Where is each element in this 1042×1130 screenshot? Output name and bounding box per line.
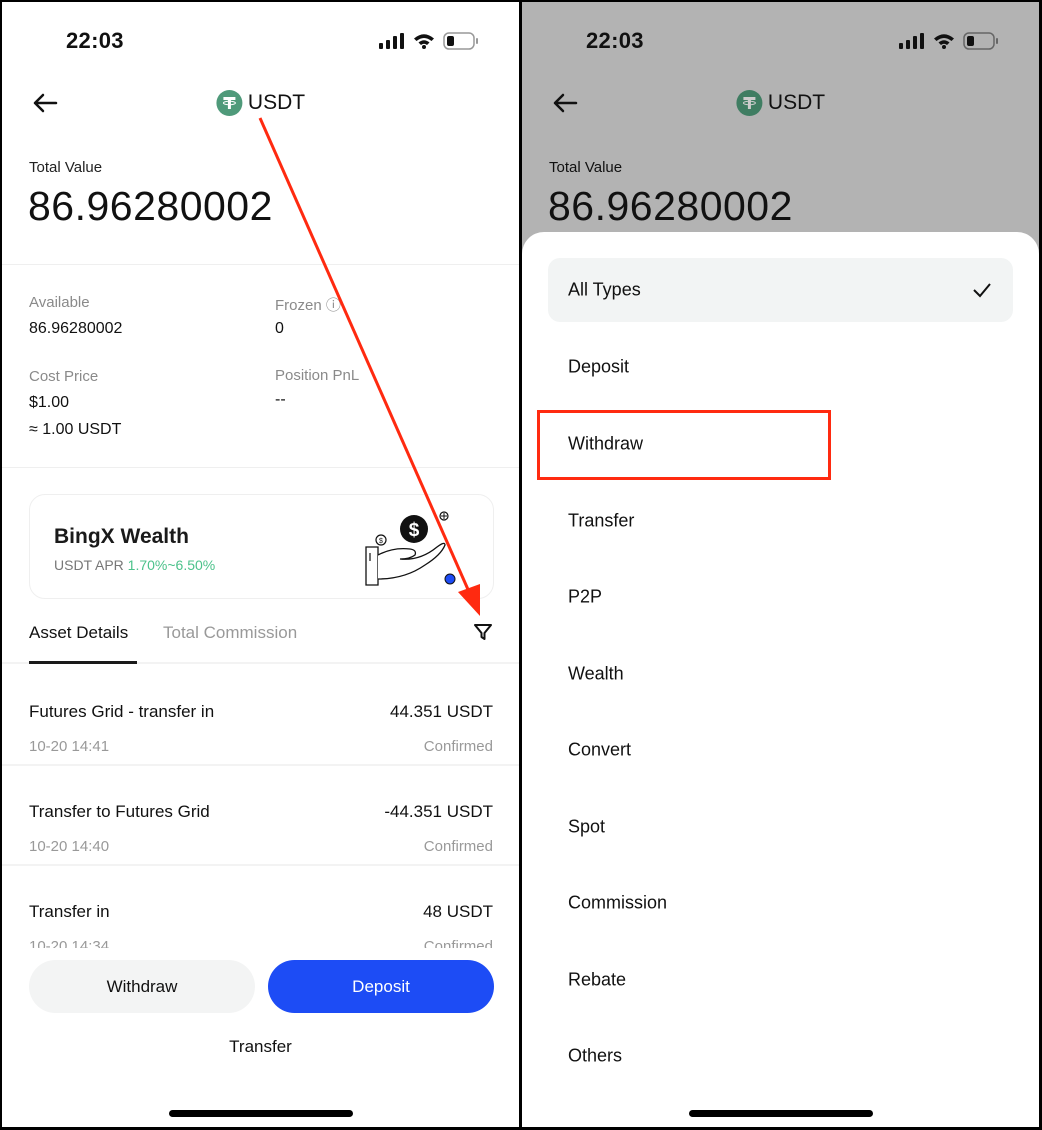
tx-status: Confirmed (423, 938, 493, 948)
tx-amount: 44.351 USDT (390, 702, 493, 721)
option-label: Commission (568, 892, 668, 913)
option-label: Deposit (568, 356, 630, 377)
filter-option-deposit[interactable]: Deposit (548, 335, 1013, 399)
withdraw-button[interactable]: Withdraw (29, 960, 255, 1013)
asset-detail-screen: 22:03 USDT Total Value 86.96280002 Avail… (2, 2, 519, 1127)
wifi-icon (934, 34, 954, 49)
svg-text:$: $ (379, 538, 383, 545)
filter-option-p2p[interactable]: P2P (548, 565, 1013, 629)
tx-time: 10-20 14:41 (29, 738, 110, 755)
svg-text:$: $ (409, 520, 420, 541)
cost-price-approx: ≈ 1.00 USDT (29, 421, 122, 438)
wifi-icon (414, 34, 434, 49)
option-label: All Types (568, 279, 641, 300)
deposit-button[interactable]: Deposit (268, 960, 494, 1013)
home-indicator (168, 1110, 353, 1117)
checkmark-icon (973, 283, 991, 298)
nav-bar: USDT (2, 82, 519, 126)
tx-title: Futures Grid - transfer in (29, 702, 215, 721)
total-value-label: Total Value (29, 159, 103, 176)
total-value: 86.96280002 (548, 183, 793, 229)
option-label: Withdraw (568, 433, 644, 454)
title-text: USDT (767, 91, 826, 114)
signal-icon (379, 33, 404, 49)
option-label: Rebate (568, 969, 627, 990)
home-indicator (688, 1110, 873, 1117)
back-button (553, 93, 578, 113)
cost-price-label: Cost Price (29, 368, 99, 385)
wealth-card[interactable]: BingX Wealth USDT APR 1.70%~6.50% $ $ (29, 494, 494, 599)
available-value: 86.96280002 (29, 320, 123, 337)
total-value: 86.96280002 (28, 183, 273, 229)
transaction-row[interactable]: Transfer to Futures Grid -44.351 USDT 10… (2, 766, 519, 866)
tx-title: Transfer to Futures Grid (29, 802, 210, 821)
wealth-title: BingX Wealth (54, 525, 189, 548)
tether-icon (215, 90, 242, 116)
wealth-subtitle: USDT APR 1.70%~6.50% (54, 557, 215, 573)
transfer-button[interactable]: Transfer (2, 1037, 519, 1057)
filter-option-wealth[interactable]: Wealth (548, 642, 1013, 706)
option-label: Transfer (568, 510, 635, 531)
nav-bar: USDT (522, 82, 1039, 126)
battery-icon (443, 32, 478, 50)
frozen-label[interactable]: Frozen ⓘ (275, 294, 341, 315)
title-text: USDT (247, 91, 306, 114)
tx-status: Confirmed (423, 738, 493, 755)
status-time: 22:03 (66, 28, 124, 53)
tx-time: 10-20 14:34 (29, 938, 110, 948)
total-value-label: Total Value (549, 159, 623, 176)
filter-bottom-sheet: All Types Deposit Withdraw Transfer P2P … (522, 232, 1039, 1127)
tab-total-commission[interactable]: Total Commission (163, 623, 297, 643)
divider (2, 264, 519, 265)
status-bar: 22:03 (522, 2, 1039, 82)
tx-amount: 48 USDT (423, 902, 493, 921)
filter-option-convert[interactable]: Convert (548, 718, 1013, 782)
option-label: P2P (568, 586, 603, 607)
filter-option-commission[interactable]: Commission (548, 871, 1013, 935)
option-label: Spot (568, 816, 606, 837)
hand-coins-icon: $ $ (365, 511, 456, 586)
option-label: Wealth (568, 663, 624, 684)
filter-option-rebate[interactable]: Rebate (548, 948, 1013, 1012)
active-tab-indicator (29, 661, 137, 664)
filter-sheet-screen: 22:03 USDT Total Value 86.96280002 All T… (522, 2, 1039, 1127)
divider (2, 467, 519, 468)
available-label: Available (29, 294, 90, 311)
page-title: USDT (735, 90, 826, 116)
filter-icon[interactable] (473, 622, 493, 642)
tx-amount: -44.351 USDT (384, 802, 493, 821)
option-label: Others (568, 1045, 623, 1066)
apr-label: USDT APR (54, 557, 124, 573)
cost-price-value: $1.00 (29, 394, 70, 411)
status-time: 22:03 (586, 28, 644, 53)
tether-icon (735, 90, 762, 116)
back-button[interactable] (30, 88, 60, 118)
transaction-row[interactable]: Transfer in 48 USDT 10-20 14:34 Confirme… (2, 866, 519, 948)
option-label: Convert (568, 739, 632, 760)
filter-option-others[interactable]: Others (548, 1024, 1013, 1088)
filter-option-spot[interactable]: Spot (548, 795, 1013, 859)
frozen-value: 0 (275, 320, 284, 337)
pnl-label: Position PnL (275, 367, 360, 384)
pnl-value: -- (275, 391, 286, 408)
tx-title: Transfer in (29, 902, 110, 921)
battery-icon (963, 32, 998, 50)
transaction-list: Futures Grid - transfer in 44.351 USDT 1… (2, 666, 519, 948)
filter-option-transfer[interactable]: Transfer (548, 489, 1013, 553)
tx-time: 10-20 14:40 (29, 838, 110, 855)
tx-status: Confirmed (423, 838, 493, 855)
transaction-row[interactable]: Futures Grid - transfer in 44.351 USDT 1… (2, 666, 519, 766)
tab-bar: Asset Details Total Commission (2, 614, 519, 664)
signal-icon (899, 33, 924, 49)
tab-asset-details[interactable]: Asset Details (29, 623, 128, 643)
status-bar: 22:03 (2, 2, 519, 82)
filter-option-all-types[interactable]: All Types (548, 258, 1013, 322)
page-title: USDT (215, 90, 306, 116)
filter-option-withdraw[interactable]: Withdraw (548, 412, 1013, 476)
apr-range: 1.70%~6.50% (127, 557, 216, 573)
